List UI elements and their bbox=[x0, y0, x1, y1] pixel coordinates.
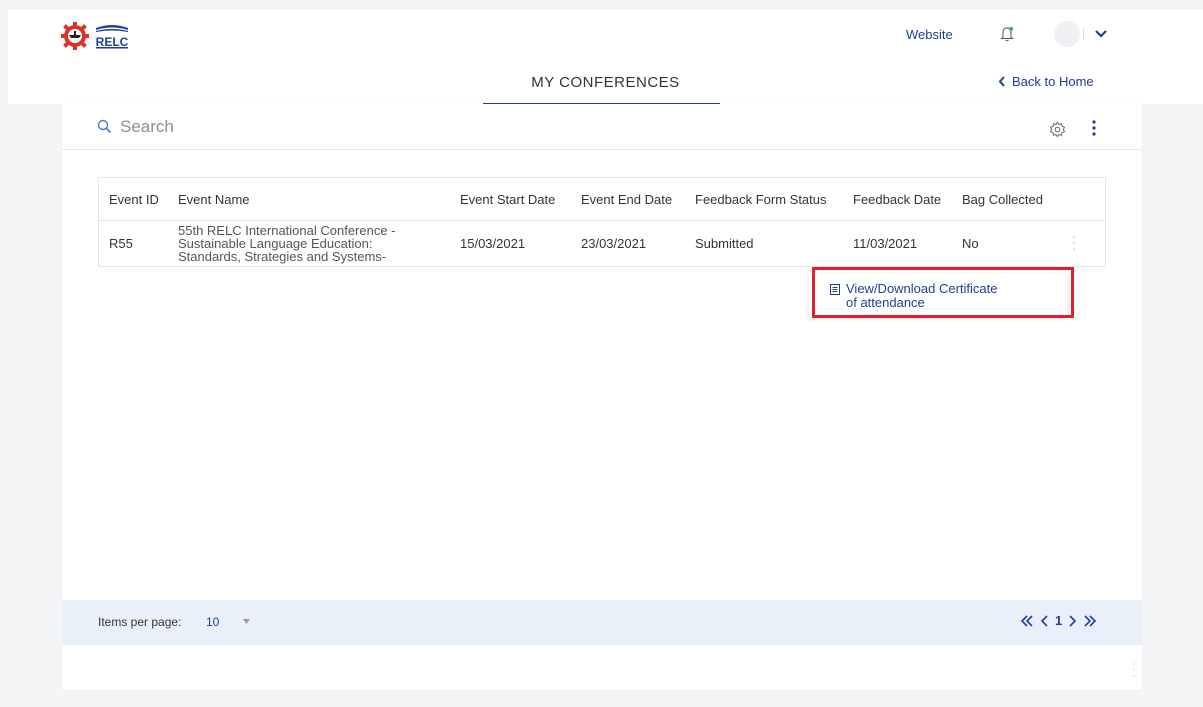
highlight-box bbox=[812, 267, 1074, 318]
relc-wordmark-icon: RELC bbox=[96, 25, 129, 49]
header-feedback-status[interactable]: Feedback Form Status bbox=[695, 192, 827, 207]
relc-logo[interactable]: RELC bbox=[60, 22, 130, 50]
cell-start-date: 15/03/2021 bbox=[460, 236, 526, 251]
website-link[interactable]: Website bbox=[906, 27, 953, 42]
header-feedback-date[interactable]: Feedback Date bbox=[853, 192, 941, 207]
table-row[interactable]: R55 55th RELC International Conference -… bbox=[99, 221, 1105, 266]
cell-end-date: 23/03/2021 bbox=[581, 236, 647, 251]
last-page-icon[interactable] bbox=[1083, 614, 1097, 628]
table-header: Event ID Event Name Event Start Date Eve… bbox=[99, 178, 1105, 221]
current-page[interactable]: 1 bbox=[1055, 613, 1062, 628]
items-per-page-label: Items per page: bbox=[98, 615, 182, 629]
event-name-line: Standards, Strategies and Systems- bbox=[178, 249, 387, 264]
title-bar: MY CONFERENCES Back to Home bbox=[8, 58, 1203, 105]
pagination-footer: Items per page: 10 1 bbox=[62, 600, 1142, 645]
pager: 1 bbox=[1020, 613, 1097, 628]
bell-icon[interactable] bbox=[1000, 26, 1014, 42]
chevron-down-icon[interactable] bbox=[1094, 28, 1108, 40]
header-bag-collected[interactable]: Bag Collected bbox=[962, 192, 1043, 207]
avatar-divider bbox=[1083, 28, 1084, 40]
more-options-icon[interactable] bbox=[1092, 120, 1096, 136]
header-event-name[interactable]: Event Name bbox=[178, 192, 250, 207]
header-end-date[interactable]: Event End Date bbox=[581, 192, 672, 207]
next-page-icon[interactable] bbox=[1068, 614, 1077, 628]
items-per-page-select[interactable]: 10 bbox=[206, 615, 219, 629]
back-to-home-link[interactable]: Back to Home bbox=[998, 74, 1094, 89]
cell-feedback-status: Submitted bbox=[695, 236, 754, 251]
more-options-icon[interactable] bbox=[1133, 662, 1135, 678]
conferences-card: Event ID Event Name Event Start Date Eve… bbox=[62, 104, 1142, 690]
logo-text: RELC bbox=[96, 35, 129, 49]
avatar[interactable] bbox=[1054, 21, 1080, 47]
row-actions-icon[interactable] bbox=[1073, 235, 1075, 251]
caret-down-icon[interactable] bbox=[243, 619, 250, 624]
search-icon bbox=[97, 119, 112, 134]
settings-icon[interactable] bbox=[1049, 121, 1066, 138]
back-to-home-label: Back to Home bbox=[1012, 74, 1094, 89]
search-bar bbox=[62, 104, 1142, 150]
conferences-table: Event ID Event Name Event Start Date Eve… bbox=[98, 177, 1106, 267]
blank-panel bbox=[788, 406, 1133, 461]
first-page-icon[interactable] bbox=[1020, 614, 1034, 628]
header-event-id[interactable]: Event ID bbox=[109, 192, 159, 207]
search-input[interactable] bbox=[120, 114, 720, 140]
prev-page-icon[interactable] bbox=[1040, 614, 1049, 628]
header-start-date[interactable]: Event Start Date bbox=[460, 192, 555, 207]
cell-bag-collected: No bbox=[962, 236, 979, 251]
gear-logo-icon bbox=[61, 22, 89, 50]
cell-event-name: 55th RELC International Conference - Sus… bbox=[178, 224, 396, 263]
chevron-left-icon bbox=[998, 76, 1005, 87]
top-header: RELC Website bbox=[8, 10, 1203, 58]
cell-event-id: R55 bbox=[109, 236, 133, 251]
cell-feedback-date: 11/03/2021 bbox=[853, 236, 918, 251]
